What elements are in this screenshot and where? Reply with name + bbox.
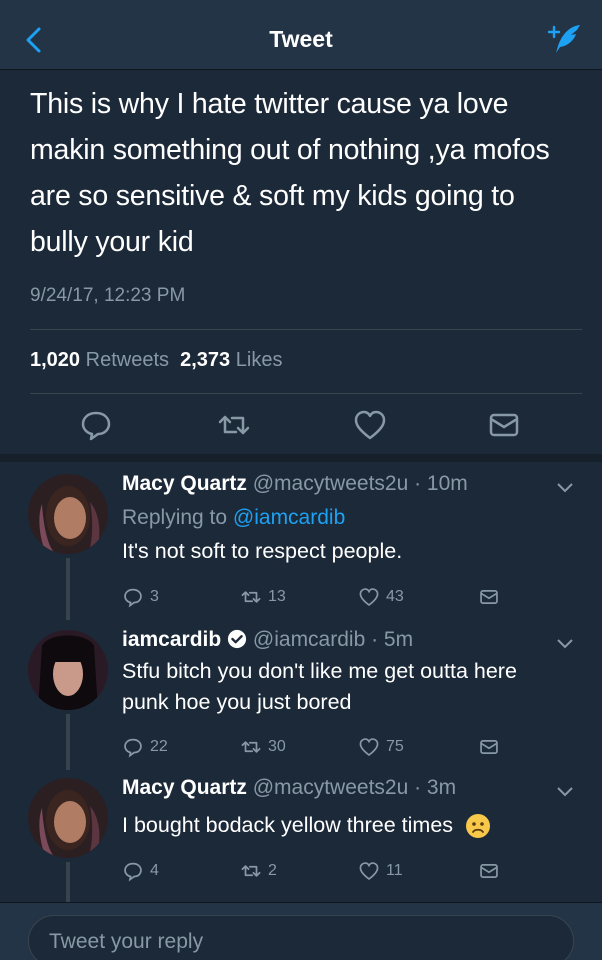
retweet-icon	[241, 865, 261, 877]
chevron-down-icon[interactable]	[556, 786, 574, 798]
reply-header: Macy Quartz @macytweets2u · 10m	[122, 472, 468, 496]
like-heart-icon	[359, 862, 379, 881]
reply-actions: 4 2 11	[122, 858, 522, 884]
replying-to: Replying to @iamcardib	[122, 506, 345, 530]
back-button[interactable]	[18, 24, 50, 56]
direct-message-button[interactable]	[478, 584, 500, 610]
display-name[interactable]: Macy Quartz	[122, 472, 247, 495]
reply-text: Stfu bitch you don't like me get outta h…	[122, 659, 517, 714]
retweet-icon	[241, 591, 261, 603]
tweet-stats: 1,020 Retweets 2,373 Likes	[30, 349, 282, 372]
reply-text-row: I bought bodack yellow three times	[122, 810, 582, 841]
direct-message-icon	[489, 413, 519, 437]
reply-count: 22	[150, 738, 168, 755]
direct-message-icon	[480, 740, 498, 754]
thread-line	[66, 558, 70, 620]
retweet-count: 30	[268, 738, 286, 755]
reply-text: It's not soft to respect people.	[122, 539, 403, 563]
reply-count: 4	[150, 862, 159, 879]
avatar-photo	[28, 630, 108, 710]
avatar-photo	[28, 474, 108, 554]
chevron-down-icon[interactable]	[556, 638, 574, 650]
direct-message-button[interactable]	[486, 407, 522, 443]
display-name[interactable]: iamcardib	[122, 628, 221, 651]
retweets-count[interactable]: 1,020	[30, 349, 80, 371]
page-title: Tweet	[269, 26, 333, 52]
retweet-count: 2	[268, 862, 277, 879]
tweet-timestamp: 9/24/17, 12:23 PM	[30, 285, 186, 306]
reply-button[interactable]	[78, 407, 114, 443]
reply-button[interactable]: 3	[122, 584, 159, 610]
reply-icon	[81, 411, 111, 441]
back-chevron-icon	[26, 27, 41, 53]
retweets-label[interactable]: Retweets	[86, 349, 169, 371]
retweet-button[interactable]: 2	[240, 858, 277, 884]
direct-message-icon	[480, 590, 498, 604]
avatar[interactable]	[28, 474, 108, 554]
handle[interactable]: @macytweets2u	[253, 776, 409, 799]
avatar[interactable]	[28, 778, 108, 858]
retweet-icon	[241, 741, 261, 753]
tweet-reply-input[interactable]: Tweet your reply	[28, 915, 574, 960]
compose-tweet-icon	[547, 25, 580, 53]
tweet-text: This is why I hate twitter cause ya love…	[30, 88, 550, 258]
like-count: 43	[386, 588, 404, 605]
replying-prefix: Replying to	[122, 506, 228, 529]
reply-compose-bar: Tweet your reply	[0, 902, 602, 960]
reply-button[interactable]: 22	[122, 734, 168, 760]
slightly-frowning-face-emoji	[466, 814, 491, 839]
status-bar	[0, 0, 602, 10]
reply-header: Macy Quartz @macytweets2u · 3m	[122, 776, 456, 800]
mention-link[interactable]: @iamcardib	[233, 506, 345, 529]
retweet-count: 13	[268, 588, 286, 605]
reply-icon	[124, 588, 142, 608]
like-heart-icon	[359, 588, 379, 607]
compose-button[interactable]	[546, 22, 582, 56]
handle[interactable]: @iamcardib	[253, 628, 365, 651]
tweet-actions	[0, 407, 602, 447]
like-count: 75	[386, 738, 404, 755]
like-button[interactable]: 11	[358, 858, 403, 884]
direct-message-button[interactable]	[478, 734, 500, 760]
verified-badge-icon	[227, 629, 247, 649]
avatar[interactable]	[28, 630, 108, 710]
handle[interactable]: @macytweets2u	[253, 472, 409, 495]
reply-text: I bought bodack yellow three times	[122, 813, 454, 837]
divider	[30, 393, 582, 394]
divider	[30, 329, 582, 330]
reply-icon	[124, 738, 142, 758]
likes-label[interactable]: Likes	[236, 349, 283, 371]
time-ago: · 10m	[414, 472, 468, 495]
thread-line	[66, 862, 70, 902]
retweet-icon	[218, 415, 250, 435]
direct-message-icon	[480, 864, 498, 878]
like-heart-icon	[354, 410, 386, 440]
section-separator	[0, 454, 602, 462]
reply-header: iamcardib @iamcardib · 5m	[122, 628, 413, 652]
reply-actions: 22 30 75	[122, 734, 522, 760]
reply-count: 3	[150, 588, 159, 605]
retweet-button[interactable]	[216, 407, 252, 443]
avatar-photo	[28, 778, 108, 858]
like-button[interactable]: 75	[358, 734, 404, 760]
display-name[interactable]: Macy Quartz	[122, 776, 247, 799]
retweet-button[interactable]: 30	[240, 734, 286, 760]
thread-line	[66, 714, 70, 770]
like-button[interactable]	[352, 407, 388, 443]
likes-count[interactable]: 2,373	[180, 349, 230, 371]
retweet-button[interactable]: 13	[240, 584, 286, 610]
reply-button[interactable]: 4	[122, 858, 159, 884]
like-button[interactable]: 43	[358, 584, 404, 610]
like-count: 11	[386, 862, 403, 879]
nav-bar: Tweet	[0, 10, 602, 70]
time-ago: · 3m	[414, 776, 457, 799]
reply-actions: 3 13 43	[122, 584, 522, 610]
direct-message-button[interactable]	[478, 858, 500, 884]
like-heart-icon	[359, 738, 379, 757]
reply-icon	[124, 862, 142, 882]
time-ago: · 5m	[371, 628, 414, 651]
chevron-down-icon[interactable]	[556, 482, 574, 494]
